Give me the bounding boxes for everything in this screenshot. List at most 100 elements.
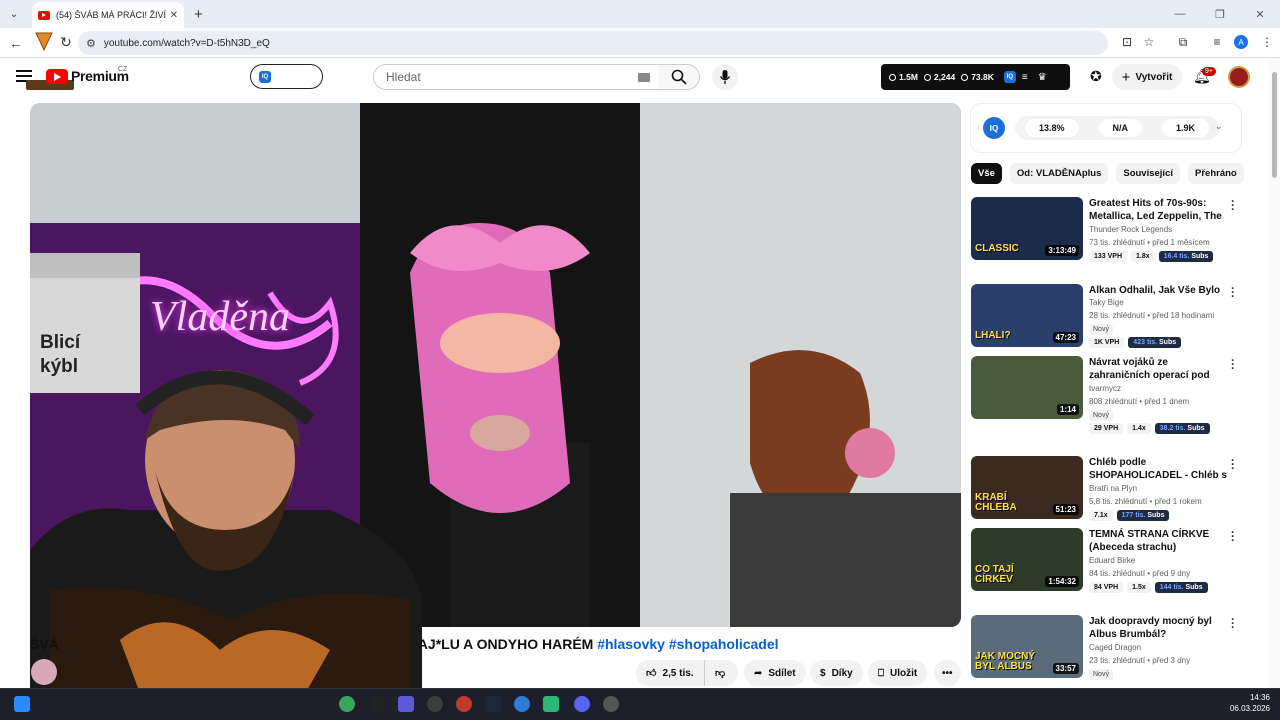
taskbar-app-icon[interactable] bbox=[398, 696, 414, 712]
maximize-icon[interactable]: ❐ bbox=[1200, 0, 1240, 28]
thumbnail-caption: CO TAJÍ CÍRKEV bbox=[975, 564, 1014, 585]
video-thumbnail[interactable]: LHALI? 47:23 bbox=[971, 284, 1083, 347]
chip-related[interactable]: Související bbox=[1116, 163, 1180, 184]
video-thumbnail[interactable]: KRABÍ CHLEBA 51:23 bbox=[971, 456, 1083, 519]
video-thumbnail[interactable]: JAK MOCNÝ BYL ALBUS 33:57 bbox=[971, 615, 1083, 678]
video-thumbnail[interactable]: CO TAJÍ CÍRKEV 1:54:32 bbox=[971, 528, 1083, 591]
channel-stats-widget[interactable]: 1.5M 2,244 73.8K IQ ≡ ♛ bbox=[881, 64, 1070, 90]
voice-search-button[interactable] bbox=[712, 64, 738, 90]
close-tab-icon[interactable]: ✕ bbox=[170, 10, 178, 21]
url-input[interactable]: ⚙ youtube.com/watch?v=D-t5hN3D_eQ bbox=[78, 31, 1108, 55]
iq-toggle-button[interactable]: IQ bbox=[250, 64, 323, 89]
extension-shield-icon[interactable] bbox=[33, 30, 55, 52]
install-app-icon[interactable]: ⊡ bbox=[1118, 33, 1136, 51]
more-options-icon[interactable]: · · · bbox=[1229, 195, 1237, 215]
scrollbar-thumb[interactable] bbox=[1272, 72, 1277, 178]
bookmark-star-icon[interactable]: ☆ bbox=[1140, 33, 1158, 51]
recommendation-channel[interactable]: Caged Dragon bbox=[1089, 643, 1141, 652]
recommendation-item[interactable]: CO TAJÍ CÍRKEV 1:54:32 TEMNÁ STRANA CÍRKVE… bbox=[971, 526, 1261, 598]
reload-icon[interactable]: ↻ bbox=[54, 31, 78, 55]
recommendation-title[interactable]: Jak doopravdy mocný byl Albus Brumbál? bbox=[1089, 615, 1229, 641]
trophy-icon[interactable]: ♛ bbox=[1038, 72, 1047, 83]
recommendation-channel[interactable]: Taky Bige bbox=[1089, 298, 1124, 307]
iq-icon[interactable]: IQ bbox=[1003, 71, 1016, 83]
recommendation-item[interactable]: KRABÍ CHLEBA 51:23 Chléb podle SHOPAHOLICA… bbox=[971, 454, 1261, 526]
taskbar-app-icon[interactable] bbox=[543, 696, 559, 712]
video-title-start: ŠVÁ bbox=[30, 636, 59, 652]
recommendation-meta: 73 tis. zhlédnutí • před 1 měsícem bbox=[1089, 238, 1210, 247]
video-thumbnail[interactable]: CLASSIC 3:13:49 bbox=[971, 197, 1083, 260]
windows-start-icon[interactable] bbox=[14, 696, 30, 712]
recommendation-channel[interactable]: Thunder Rock Legends bbox=[1089, 225, 1172, 234]
taskbar-app-icon[interactable] bbox=[514, 696, 530, 712]
create-button[interactable]: + Vytvořit bbox=[1112, 64, 1182, 90]
list-icon[interactable]: ≡ bbox=[1022, 72, 1028, 83]
chevron-down-icon[interactable]: ⌄ bbox=[1215, 121, 1223, 132]
media-icon[interactable]: ≡ bbox=[1208, 33, 1226, 51]
recommendation-channel[interactable]: Bratři na Plyn bbox=[1089, 484, 1137, 493]
search-button[interactable] bbox=[658, 64, 700, 90]
more-options-icon[interactable]: · · · bbox=[1229, 613, 1237, 633]
chip-watched[interactable]: Přehráno bbox=[1188, 163, 1244, 184]
steam-taskbar-icon[interactable] bbox=[485, 696, 501, 712]
video-thumbnail[interactable]: 1:14 bbox=[971, 356, 1083, 419]
recommendation-title[interactable]: Alkan Odhalil, Jak Vše Bylo bbox=[1089, 284, 1229, 297]
tab-search-icon[interactable]: ⌄ bbox=[4, 4, 24, 24]
recommendation-item[interactable]: CLASSIC 3:13:49 Greatest Hits of 70s-90s: … bbox=[971, 195, 1261, 267]
close-window-icon[interactable]: ✕ bbox=[1240, 0, 1280, 28]
extensions-icon[interactable]: ⧉ bbox=[1174, 33, 1192, 51]
more-actions-button[interactable]: ••• bbox=[934, 660, 961, 686]
profile-avatar[interactable]: A bbox=[1234, 35, 1248, 49]
recommendation-channel[interactable]: Eduard Birke bbox=[1089, 556, 1135, 565]
browser-tab[interactable]: (54) ŠVÁB MÁ PRÁCI! ŽIVÍ SE N ✕ bbox=[32, 2, 184, 28]
recommendation-title[interactable]: Chléb podle SHOPAHOLICADEL - Chléb s kra… bbox=[1089, 456, 1229, 482]
iq-icon: IQ bbox=[259, 70, 271, 83]
clock-time: 14:36 bbox=[1249, 693, 1270, 702]
youtube-logo[interactable]: Premium CZ bbox=[46, 66, 129, 84]
recommendation-item[interactable]: 1:14 Návrat vojáků ze zahraničních operac… bbox=[971, 354, 1261, 434]
account-avatar[interactable] bbox=[1228, 66, 1250, 88]
new-tab-icon[interactable]: + bbox=[194, 6, 203, 23]
share-button[interactable]: ➦ Sdílet bbox=[744, 660, 806, 686]
browser-tabstrip: ⌄ (54) ŠVÁB MÁ PRÁCI! ŽIVÍ SE N ✕ + bbox=[0, 0, 1280, 28]
chrome-taskbar-icon[interactable] bbox=[339, 696, 355, 712]
recommendation-channel[interactable]: tvarmycz bbox=[1089, 384, 1121, 393]
recommendation-title[interactable]: Návrat vojáků ze zahraničních operací po… bbox=[1089, 356, 1229, 382]
taskbar-app-icon[interactable] bbox=[603, 696, 619, 712]
minimize-icon[interactable]: — bbox=[1160, 0, 1200, 28]
taskbar-app-icon[interactable] bbox=[456, 696, 472, 712]
more-options-icon[interactable]: · · · bbox=[1229, 526, 1237, 546]
shorts-icon[interactable]: ✪ bbox=[1090, 68, 1102, 85]
wordpress-taskbar-icon[interactable] bbox=[427, 696, 443, 712]
save-button[interactable]: ⎕ Uložit bbox=[868, 660, 928, 686]
recommendation-item[interactable]: JAK MOCNÝ BYL ALBUS 33:57 Jak doopravdy mo… bbox=[971, 613, 1261, 685]
site-info-icon[interactable]: ⚙ bbox=[86, 37, 96, 50]
thumbnail-caption: CLASSIC bbox=[975, 243, 1019, 254]
like-button[interactable]: 👍︎ 2,5 tis. bbox=[636, 660, 704, 686]
search-input[interactable]: Hledat bbox=[373, 64, 659, 90]
back-icon[interactable]: ← bbox=[4, 31, 28, 55]
chip-all[interactable]: Vše bbox=[971, 163, 1002, 184]
channel-avatar[interactable] bbox=[31, 659, 57, 685]
hashtag-link[interactable]: #hlasovky bbox=[597, 636, 665, 652]
thanks-button[interactable]: $ Díky bbox=[810, 660, 863, 686]
iq-logo-icon[interactable]: IQ bbox=[983, 117, 1005, 139]
video-duration: 47:23 bbox=[1052, 332, 1079, 343]
taskbar-app-icon[interactable] bbox=[370, 696, 386, 712]
iq-stats-card: IQ 13.8% N/A 1.9K ⌄ bbox=[971, 104, 1241, 152]
recommendation-title[interactable]: Greatest Hits of 70s-90s: Metallica, Led… bbox=[1089, 197, 1229, 223]
more-options-icon[interactable]: · · · bbox=[1229, 282, 1237, 302]
recommendation-title[interactable]: TEMNÁ STRANA CÍRKVE (Abeceda strachu) bbox=[1089, 528, 1229, 554]
keyboard-icon[interactable] bbox=[638, 73, 650, 82]
discord-taskbar-icon[interactable] bbox=[574, 696, 590, 712]
recommendation-item[interactable]: LHALI? 47:23 Alkan Odhalil, Jak Vše Bylo Ta… bbox=[971, 282, 1261, 354]
system-clock[interactable]: 14:36 06.03.2026 bbox=[1228, 692, 1270, 714]
more-options-icon[interactable]: · · · bbox=[1229, 354, 1237, 374]
more-options-icon[interactable]: · · · bbox=[1229, 454, 1237, 474]
dislike-button[interactable]: 👎︎ bbox=[704, 660, 738, 686]
video-title: ŠVÁ AJ*LU A ONDYHO HARÉM #hlasovky #shopa… bbox=[30, 636, 779, 652]
chip-from-channel[interactable]: Od: VLADĚNAplus bbox=[1009, 163, 1109, 184]
hashtag-link[interactable]: #shopaholicadel bbox=[669, 636, 779, 652]
chrome-menu-icon[interactable]: ⋮ bbox=[1258, 33, 1276, 51]
new-badge: Nový bbox=[1089, 669, 1113, 680]
